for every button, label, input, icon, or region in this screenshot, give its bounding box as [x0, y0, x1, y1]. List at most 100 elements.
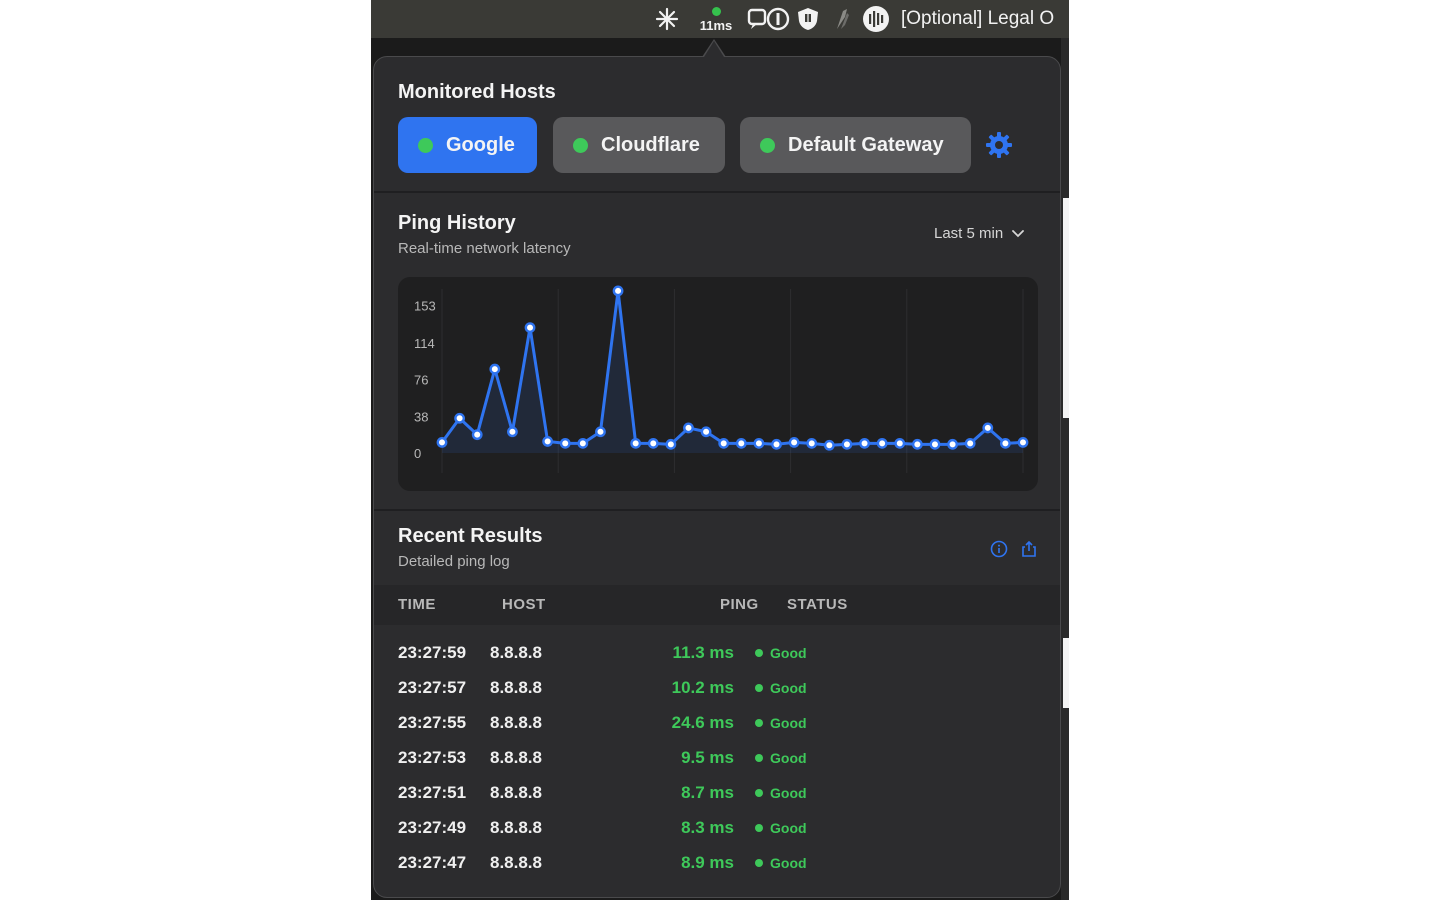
row-host: 8.8.8.8: [490, 853, 542, 872]
host-button-label: Default Gateway: [788, 133, 944, 156]
ping-status-dot: [711, 7, 721, 16]
host-button-label: Google: [446, 133, 515, 156]
chart-tick-label: 38: [414, 409, 428, 424]
chart-point: [471, 429, 483, 441]
chart-tick-label: 76: [414, 373, 428, 388]
chart-point: [559, 437, 571, 449]
chart-point: [788, 436, 800, 448]
row-ping: 8.7 ms: [681, 783, 734, 802]
ping-chart-svg: 153 114 76 38 0: [414, 285, 1029, 473]
chart-point: [542, 436, 554, 447]
chart-point: [771, 438, 782, 450]
row-ping: 8.9 ms: [681, 853, 734, 872]
table-row: 23:27:49 8.8.8.8 8.3 ms Good: [374, 810, 1060, 845]
row-status: Good: [755, 680, 807, 696]
popover-caret-fill: [704, 41, 724, 57]
host-status-dot: [760, 137, 775, 153]
host-status-dot: [573, 137, 588, 153]
chart-point: [876, 437, 888, 449]
host-button-cloudflare[interactable]: Cloudflare: [553, 117, 725, 173]
recent-results-title: Recent Results: [398, 525, 543, 547]
status-dot: [755, 719, 763, 727]
chart-tick-label: 153: [414, 298, 436, 313]
host-button-google[interactable]: Google: [398, 117, 537, 173]
time-range-label: Last 5 min: [934, 225, 1004, 242]
row-ping: 24.6 ms: [671, 713, 734, 732]
row-ping: 10.2 ms: [671, 678, 734, 697]
host-button-default-gateway[interactable]: Default Gateway: [740, 117, 971, 173]
column-header-host: HOST: [502, 596, 546, 613]
chart-tick-label: 0: [414, 446, 421, 461]
recent-results-subtitle: Detailed ping log: [398, 553, 510, 570]
row-host: 8.8.8.8: [490, 678, 542, 697]
chat-info-icon[interactable]: [747, 0, 791, 38]
shield-icon[interactable]: [795, 0, 821, 38]
sparkle-icon[interactable]: [653, 0, 681, 38]
ping-history-subtitle: Real-time network latency: [398, 240, 571, 257]
status-dot: [755, 824, 763, 832]
row-status: Good: [755, 785, 807, 801]
ping-popover: Monitored Hosts Google Cloudflare Defaul…: [373, 56, 1061, 898]
row-status: Good: [755, 750, 807, 766]
chart-point: [806, 437, 818, 449]
chart-point: [612, 285, 624, 297]
row-ping: 11.3 ms: [672, 643, 734, 662]
row-status-label: Good: [770, 645, 807, 661]
row-host: 8.8.8.8: [490, 713, 542, 732]
chart-point: [929, 438, 941, 450]
column-header-ping: PING: [720, 596, 759, 613]
chart-point: [894, 437, 906, 449]
chart-point: [647, 437, 659, 449]
section-divider: [374, 191, 1060, 193]
chart-point: [823, 439, 835, 451]
column-header-status: STATUS: [787, 596, 848, 613]
row-status-label: Good: [770, 680, 807, 696]
row-status: Good: [755, 820, 807, 836]
row-status: Good: [755, 645, 807, 661]
results-table-header: TIME HOST PING STATUS: [374, 585, 1060, 625]
waveform-icon[interactable]: [861, 0, 891, 38]
chevron-down-icon: [1012, 229, 1025, 237]
row-time: 23:27:59: [398, 643, 467, 662]
chart-point: [753, 437, 765, 449]
chart-point: [735, 437, 747, 449]
time-range-select[interactable]: Last 5 min: [934, 225, 1025, 242]
share-icon[interactable]: [1020, 540, 1038, 558]
background-window: [1061, 38, 1069, 900]
row-host: 8.8.8.8: [490, 783, 542, 802]
info-icon[interactable]: [990, 540, 1008, 558]
chart-point: [665, 438, 677, 450]
gear-icon[interactable]: [985, 131, 1013, 159]
row-time: 23:27:55: [398, 713, 467, 732]
chart-point: [577, 437, 589, 449]
background-panel: [1063, 198, 1069, 418]
column-header-time: TIME: [398, 596, 436, 613]
chart-point: [489, 363, 501, 375]
chart-point: [947, 438, 958, 450]
menubar-app-title[interactable]: [Optional] Legal O: [901, 0, 1054, 38]
chart-point: [964, 437, 976, 449]
row-time: 23:27:51: [398, 783, 467, 802]
chart-point: [911, 438, 923, 450]
table-row: 23:27:57 8.8.8.8 10.2 ms Good: [374, 670, 1060, 705]
chart-point: [700, 426, 712, 438]
row-time: 23:27:53: [398, 748, 467, 767]
ping-status-icon[interactable]: 11ms: [693, 0, 739, 38]
table-row: 23:27:51 8.8.8.8 8.7 ms Good: [374, 775, 1060, 810]
screenshot-area: 11ms [Optional] Legal O Monitored Hosts …: [371, 0, 1069, 900]
ping-history-title: Ping History: [398, 212, 516, 234]
monitored-hosts-title: Monitored Hosts: [398, 81, 556, 103]
chart-point: [454, 412, 466, 424]
chart-point: [436, 436, 448, 448]
row-ping: 9.5 ms: [681, 748, 734, 767]
menu-bar: 11ms [Optional] Legal O: [371, 0, 1069, 38]
table-row: 23:27:55 8.8.8.8 24.6 ms Good: [374, 705, 1060, 740]
host-status-dot: [418, 137, 433, 153]
row-status: Good: [755, 855, 807, 871]
table-row: 23:27:53 8.8.8.8 9.5 ms Good: [374, 740, 1060, 775]
status-dot: [755, 859, 763, 867]
row-host: 8.8.8.8: [490, 748, 542, 767]
leaf-icon[interactable]: [831, 0, 853, 38]
row-status-label: Good: [770, 855, 807, 871]
chart-point: [1017, 436, 1029, 448]
